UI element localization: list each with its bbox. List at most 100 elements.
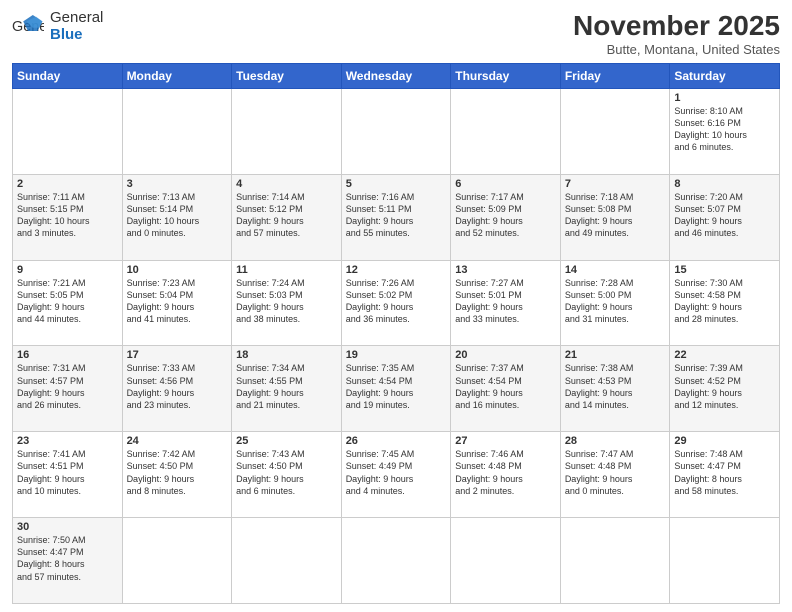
calendar-cell: 9Sunrise: 7:21 AM Sunset: 5:05 PM Daylig… <box>13 260 123 346</box>
day-info: Sunrise: 7:16 AM Sunset: 5:11 PM Dayligh… <box>346 191 447 240</box>
day-header-sunday: Sunday <box>13 64 123 89</box>
day-number: 13 <box>455 264 556 276</box>
day-info: Sunrise: 7:23 AM Sunset: 5:04 PM Dayligh… <box>127 277 228 326</box>
day-number: 11 <box>236 264 337 276</box>
day-number: 10 <box>127 264 228 276</box>
logo: General General Blue <box>12 10 103 43</box>
day-info: Sunrise: 7:35 AM Sunset: 4:54 PM Dayligh… <box>346 362 447 411</box>
header: General General Blue November 2025 Butte… <box>12 10 780 57</box>
calendar-cell <box>341 89 451 175</box>
day-number: 8 <box>674 178 775 190</box>
day-info: Sunrise: 7:45 AM Sunset: 4:49 PM Dayligh… <box>346 448 447 497</box>
day-number: 17 <box>127 349 228 361</box>
day-info: Sunrise: 7:50 AM Sunset: 4:47 PM Dayligh… <box>17 534 118 583</box>
calendar-cell <box>232 89 342 175</box>
calendar-cell: 29Sunrise: 7:48 AM Sunset: 4:47 PM Dayli… <box>670 432 780 518</box>
calendar-cell: 5Sunrise: 7:16 AM Sunset: 5:11 PM Daylig… <box>341 174 451 260</box>
logo-icon: General <box>12 13 44 41</box>
calendar-cell: 2Sunrise: 7:11 AM Sunset: 5:15 PM Daylig… <box>13 174 123 260</box>
day-info: Sunrise: 7:17 AM Sunset: 5:09 PM Dayligh… <box>455 191 556 240</box>
day-number: 3 <box>127 178 228 190</box>
day-number: 6 <box>455 178 556 190</box>
day-info: Sunrise: 7:31 AM Sunset: 4:57 PM Dayligh… <box>17 362 118 411</box>
calendar-cell: 22Sunrise: 7:39 AM Sunset: 4:52 PM Dayli… <box>670 346 780 432</box>
day-info: Sunrise: 7:41 AM Sunset: 4:51 PM Dayligh… <box>17 448 118 497</box>
week-row-4: 16Sunrise: 7:31 AM Sunset: 4:57 PM Dayli… <box>13 346 780 432</box>
day-info: Sunrise: 7:38 AM Sunset: 4:53 PM Dayligh… <box>565 362 666 411</box>
day-header-saturday: Saturday <box>670 64 780 89</box>
day-info: Sunrise: 7:13 AM Sunset: 5:14 PM Dayligh… <box>127 191 228 240</box>
calendar-cell: 17Sunrise: 7:33 AM Sunset: 4:56 PM Dayli… <box>122 346 232 432</box>
day-header-thursday: Thursday <box>451 64 561 89</box>
calendar-cell: 7Sunrise: 7:18 AM Sunset: 5:08 PM Daylig… <box>560 174 670 260</box>
calendar-cell <box>451 518 561 604</box>
calendar-cell <box>232 518 342 604</box>
day-number: 25 <box>236 435 337 447</box>
calendar-cell: 14Sunrise: 7:28 AM Sunset: 5:00 PM Dayli… <box>560 260 670 346</box>
title-block: November 2025 Butte, Montana, United Sta… <box>573 10 780 57</box>
calendar-cell: 24Sunrise: 7:42 AM Sunset: 4:50 PM Dayli… <box>122 432 232 518</box>
day-number: 18 <box>236 349 337 361</box>
day-number: 2 <box>17 178 118 190</box>
week-row-2: 2Sunrise: 7:11 AM Sunset: 5:15 PM Daylig… <box>13 174 780 260</box>
calendar-cell: 21Sunrise: 7:38 AM Sunset: 4:53 PM Dayli… <box>560 346 670 432</box>
day-info: Sunrise: 7:47 AM Sunset: 4:48 PM Dayligh… <box>565 448 666 497</box>
day-info: Sunrise: 7:42 AM Sunset: 4:50 PM Dayligh… <box>127 448 228 497</box>
week-row-1: 1Sunrise: 8:10 AM Sunset: 6:16 PM Daylig… <box>13 89 780 175</box>
calendar-cell: 8Sunrise: 7:20 AM Sunset: 5:07 PM Daylig… <box>670 174 780 260</box>
day-number: 1 <box>674 92 775 104</box>
logo-general: General <box>50 10 103 27</box>
day-number: 14 <box>565 264 666 276</box>
day-number: 21 <box>565 349 666 361</box>
day-number: 5 <box>346 178 447 190</box>
day-number: 26 <box>346 435 447 447</box>
header-row: SundayMondayTuesdayWednesdayThursdayFrid… <box>13 64 780 89</box>
day-info: Sunrise: 7:30 AM Sunset: 4:58 PM Dayligh… <box>674 277 775 326</box>
day-info: Sunrise: 7:37 AM Sunset: 4:54 PM Dayligh… <box>455 362 556 411</box>
calendar-cell <box>560 89 670 175</box>
day-info: Sunrise: 7:48 AM Sunset: 4:47 PM Dayligh… <box>674 448 775 497</box>
calendar-table: SundayMondayTuesdayWednesdayThursdayFrid… <box>12 63 780 604</box>
calendar-cell: 23Sunrise: 7:41 AM Sunset: 4:51 PM Dayli… <box>13 432 123 518</box>
day-header-friday: Friday <box>560 64 670 89</box>
calendar-cell <box>670 518 780 604</box>
day-number: 16 <box>17 349 118 361</box>
day-number: 19 <box>346 349 447 361</box>
day-info: Sunrise: 7:14 AM Sunset: 5:12 PM Dayligh… <box>236 191 337 240</box>
calendar-cell: 30Sunrise: 7:50 AM Sunset: 4:47 PM Dayli… <box>13 518 123 604</box>
day-info: Sunrise: 8:10 AM Sunset: 6:16 PM Dayligh… <box>674 105 775 154</box>
calendar-cell: 25Sunrise: 7:43 AM Sunset: 4:50 PM Dayli… <box>232 432 342 518</box>
day-info: Sunrise: 7:33 AM Sunset: 4:56 PM Dayligh… <box>127 362 228 411</box>
calendar-cell: 13Sunrise: 7:27 AM Sunset: 5:01 PM Dayli… <box>451 260 561 346</box>
calendar-cell: 20Sunrise: 7:37 AM Sunset: 4:54 PM Dayli… <box>451 346 561 432</box>
day-number: 23 <box>17 435 118 447</box>
day-number: 20 <box>455 349 556 361</box>
day-number: 12 <box>346 264 447 276</box>
calendar-cell: 27Sunrise: 7:46 AM Sunset: 4:48 PM Dayli… <box>451 432 561 518</box>
day-info: Sunrise: 7:21 AM Sunset: 5:05 PM Dayligh… <box>17 277 118 326</box>
calendar-cell <box>122 89 232 175</box>
day-info: Sunrise: 7:18 AM Sunset: 5:08 PM Dayligh… <box>565 191 666 240</box>
day-number: 15 <box>674 264 775 276</box>
calendar-cell: 28Sunrise: 7:47 AM Sunset: 4:48 PM Dayli… <box>560 432 670 518</box>
day-header-wednesday: Wednesday <box>341 64 451 89</box>
day-number: 29 <box>674 435 775 447</box>
week-row-5: 23Sunrise: 7:41 AM Sunset: 4:51 PM Dayli… <box>13 432 780 518</box>
calendar-cell <box>451 89 561 175</box>
calendar-cell: 19Sunrise: 7:35 AM Sunset: 4:54 PM Dayli… <box>341 346 451 432</box>
calendar-cell: 6Sunrise: 7:17 AM Sunset: 5:09 PM Daylig… <box>451 174 561 260</box>
logo-blue: Blue <box>50 27 103 44</box>
day-number: 7 <box>565 178 666 190</box>
day-header-monday: Monday <box>122 64 232 89</box>
day-number: 9 <box>17 264 118 276</box>
week-row-6: 30Sunrise: 7:50 AM Sunset: 4:47 PM Dayli… <box>13 518 780 604</box>
calendar-cell <box>341 518 451 604</box>
calendar-cell: 26Sunrise: 7:45 AM Sunset: 4:49 PM Dayli… <box>341 432 451 518</box>
day-number: 27 <box>455 435 556 447</box>
day-number: 24 <box>127 435 228 447</box>
calendar-cell <box>13 89 123 175</box>
day-info: Sunrise: 7:26 AM Sunset: 5:02 PM Dayligh… <box>346 277 447 326</box>
week-row-3: 9Sunrise: 7:21 AM Sunset: 5:05 PM Daylig… <box>13 260 780 346</box>
day-number: 4 <box>236 178 337 190</box>
calendar-cell <box>560 518 670 604</box>
